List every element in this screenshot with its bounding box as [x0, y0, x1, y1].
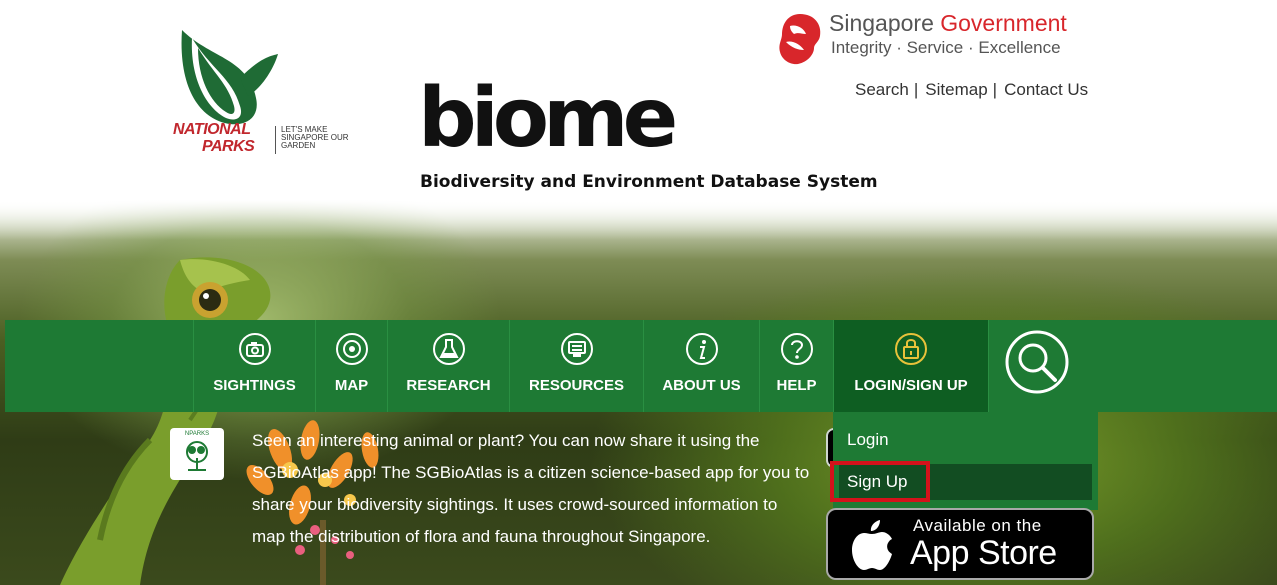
- nparks-name-line2: PARKS: [202, 138, 255, 155]
- lock-icon: [895, 333, 927, 365]
- search-icon: [1005, 330, 1069, 394]
- app-store-badge[interactable]: Available on the App Store: [826, 508, 1094, 580]
- flask-icon: [432, 333, 465, 365]
- question-icon: [780, 333, 813, 365]
- apple-icon: [852, 520, 892, 570]
- sg-gov-title-part2: Government: [940, 10, 1067, 36]
- sg-gov-logo[interactable]: Singapore Government Integrity · Service…: [776, 8, 1116, 68]
- nav-item-research[interactable]: RESEARCH: [387, 320, 509, 412]
- search-link[interactable]: Search: [855, 80, 909, 99]
- biome-logo[interactable]: biome: [418, 78, 718, 164]
- app-store-big-text: App Store: [910, 534, 1057, 572]
- nav-label-help: HELP: [776, 377, 817, 394]
- page: NATIONAL PARKS LET'S MAKE SINGAPORE OUR …: [0, 0, 1277, 585]
- biome-subtitle: Biodiversity and Environment Database Sy…: [420, 172, 878, 192]
- link-separator: |: [913, 80, 919, 99]
- dropdown-sign-up[interactable]: Sign Up: [839, 464, 1092, 500]
- nparks-divider: [275, 126, 276, 154]
- nav-label-resources: RESOURCES: [528, 377, 625, 394]
- banner-fade: [0, 200, 1277, 240]
- nav-label-map: MAP: [334, 377, 369, 394]
- nav-item-sightings[interactable]: SIGHTINGS: [193, 320, 315, 412]
- nav-search-button[interactable]: [988, 320, 1089, 412]
- nav-label-login-signup: LOGIN/SIGN UP: [854, 377, 968, 394]
- nav-label-about-us: ABOUT US: [662, 377, 741, 394]
- nparks-name-line1: NATIONAL: [173, 121, 251, 138]
- map-pin-icon: [335, 333, 368, 365]
- nav-item-map[interactable]: MAP: [315, 320, 387, 412]
- dropdown-login[interactable]: Login: [839, 422, 1092, 458]
- nparks-badge: NPARKS: [170, 428, 224, 480]
- nav-item-help[interactable]: HELP: [759, 320, 833, 412]
- tree-icon: [186, 441, 208, 471]
- nav-label-sightings: SIGHTINGS: [213, 377, 296, 394]
- nav-item-about-us[interactable]: ABOUT US: [643, 320, 759, 412]
- login-dropdown-menu: Login Sign Up: [833, 412, 1098, 510]
- lion-head-icon: [779, 14, 821, 65]
- sg-gov-title: Singapore Government: [829, 10, 1067, 37]
- sg-gov-title-part1: Singapore: [829, 10, 941, 36]
- top-links: Search | Sitemap | Contact Us: [855, 80, 1088, 100]
- contact-us-link[interactable]: Contact Us: [1004, 80, 1088, 99]
- info-icon: [685, 333, 718, 365]
- computer-icon: [560, 333, 593, 365]
- sgbioatlas-description: Seen an interesting animal or plant? You…: [252, 431, 810, 546]
- sg-gov-tagline: Integrity · Service · Excellence: [831, 38, 1061, 57]
- leaf-icon: [181, 30, 278, 125]
- camera-icon: [238, 333, 271, 365]
- nav-item-resources[interactable]: RESOURCES: [509, 320, 643, 412]
- biome-logo-text: biome: [418, 71, 678, 166]
- link-separator: |: [992, 80, 998, 99]
- nparks-logo[interactable]: NATIONAL PARKS LET'S MAKE SINGAPORE OUR …: [170, 28, 370, 168]
- sitemap-link[interactable]: Sitemap: [925, 80, 987, 99]
- nparks-tagline: LET'S MAKE SINGAPORE OUR GARDEN: [281, 125, 349, 150]
- nav-label-research: RESEARCH: [406, 377, 491, 394]
- nav-item-login-signup[interactable]: LOGIN/SIGN UP: [833, 320, 988, 412]
- app-store-small-text: Available on the: [913, 516, 1042, 535]
